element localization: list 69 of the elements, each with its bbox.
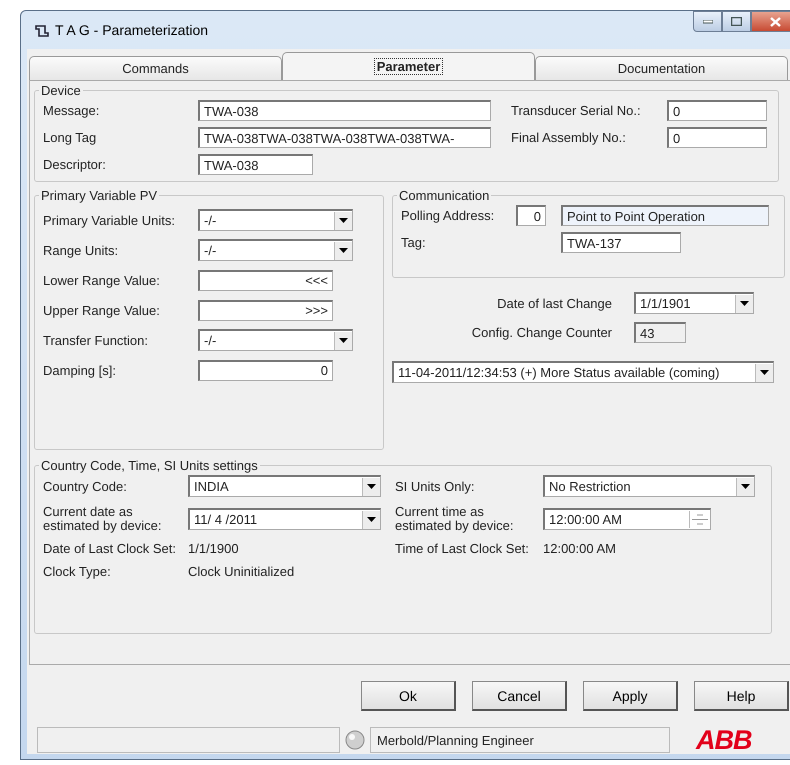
field-value: 1/1/1900 bbox=[188, 541, 240, 556]
input-field[interactable]: 0 bbox=[667, 127, 767, 148]
dialog-button[interactable]: Cancel bbox=[472, 681, 567, 711]
group-title: Primary Variable PV bbox=[40, 188, 158, 203]
input-field[interactable]: Point to Point Operation bbox=[561, 205, 769, 226]
tab[interactable]: Documentation bbox=[535, 56, 788, 80]
input-field[interactable]: TWA-137 bbox=[561, 232, 681, 253]
date-picker[interactable]: 11/ 4 /2011 bbox=[188, 508, 381, 530]
logo: ABB bbox=[696, 727, 752, 753]
field-label: Upper Range Value: bbox=[43, 302, 161, 318]
field-label: Date of Last Clock Set: bbox=[43, 541, 177, 556]
field-label: Final Assembly No.: bbox=[511, 130, 627, 145]
group-title: Country Code, Time, SI Units settings bbox=[40, 458, 259, 473]
field-label: Tag: bbox=[401, 235, 427, 250]
field-label: Country Code: bbox=[43, 478, 128, 494]
window-title: T A G - Parameterization bbox=[55, 22, 208, 38]
input-field[interactable]: TWA-038TWA-038TWA-038TWA-038TWA- bbox=[198, 127, 491, 148]
field-value: Clock Uninitialized bbox=[188, 564, 296, 579]
field-label: Config. Change Counter bbox=[470, 325, 612, 340]
dialog-button[interactable]: Apply bbox=[583, 681, 678, 711]
dropdown[interactable]: -/- bbox=[198, 209, 353, 231]
input-field[interactable]: >>> bbox=[198, 300, 333, 320]
field-label: Long Tag bbox=[43, 130, 98, 145]
dialog-button[interactable]: Ok bbox=[361, 681, 456, 711]
field-label: Transfer Function: bbox=[43, 332, 150, 348]
field-label: Date of last Change bbox=[496, 296, 612, 310]
field-label: Polling Address: bbox=[401, 208, 496, 223]
tab[interactable]: Commands bbox=[29, 56, 282, 80]
field-label: Primary Variable Units: bbox=[43, 212, 176, 228]
field-label: Range Units: bbox=[43, 242, 120, 258]
field-label: Transducer Serial No.: bbox=[511, 103, 642, 118]
field-label: Time of Last Clock Set: bbox=[395, 541, 530, 556]
maximize-icon bbox=[731, 17, 742, 26]
group-title: Communication bbox=[398, 188, 490, 203]
time-field[interactable]: 12:00:00 AM bbox=[543, 508, 711, 530]
bulb-icon bbox=[344, 729, 366, 751]
input-field[interactable]: 0 bbox=[667, 100, 767, 121]
field-label: SI Units Only: bbox=[395, 478, 476, 494]
input-field[interactable]: 43 bbox=[634, 322, 686, 343]
input-field[interactable]: TWA-038 bbox=[198, 154, 313, 175]
status-dropdown[interactable]: 11-04-2011/12:34:53 (+) More Status available (coming) bbox=[392, 361, 774, 383]
dropdown[interactable]: -/- bbox=[198, 329, 353, 351]
field-label: Lower Range Value: bbox=[43, 272, 161, 288]
input-field[interactable]: TWA-038 bbox=[198, 100, 491, 121]
maximize-button[interactable] bbox=[722, 11, 751, 32]
field-value: 12:00:00 AM bbox=[543, 541, 617, 556]
user-field: Merbold/Planning Engineer bbox=[370, 727, 670, 753]
field-label: Message: bbox=[43, 103, 100, 118]
dialog-button[interactable]: Help bbox=[694, 681, 789, 711]
field-label: Descriptor: bbox=[43, 157, 107, 172]
minimize-icon bbox=[702, 20, 712, 24]
group-title: Device bbox=[40, 83, 82, 98]
input-field[interactable]: 0 bbox=[516, 205, 546, 226]
input-field[interactable]: <<< bbox=[198, 270, 333, 290]
tab[interactable]: Parameter bbox=[282, 52, 535, 80]
field-label: Damping [s]: bbox=[43, 362, 117, 378]
field-label: Clock Type: bbox=[43, 564, 112, 579]
minimize-button[interactable] bbox=[693, 11, 722, 32]
close-button[interactable] bbox=[751, 11, 790, 32]
dropdown[interactable]: INDIA bbox=[188, 475, 381, 497]
dropdown[interactable]: 1/1/1901 bbox=[634, 292, 754, 314]
spinner-icon[interactable] bbox=[689, 511, 710, 528]
dropdown[interactable]: No Restriction bbox=[543, 475, 755, 497]
input-field[interactable]: 0 bbox=[198, 360, 333, 380]
dropdown[interactable]: -/- bbox=[198, 239, 353, 261]
field-label: Current time as estimated by device: bbox=[395, 505, 515, 533]
close-icon bbox=[770, 16, 780, 26]
field-label: Current date as estimated by device: bbox=[43, 505, 163, 533]
app-icon bbox=[35, 24, 49, 36]
